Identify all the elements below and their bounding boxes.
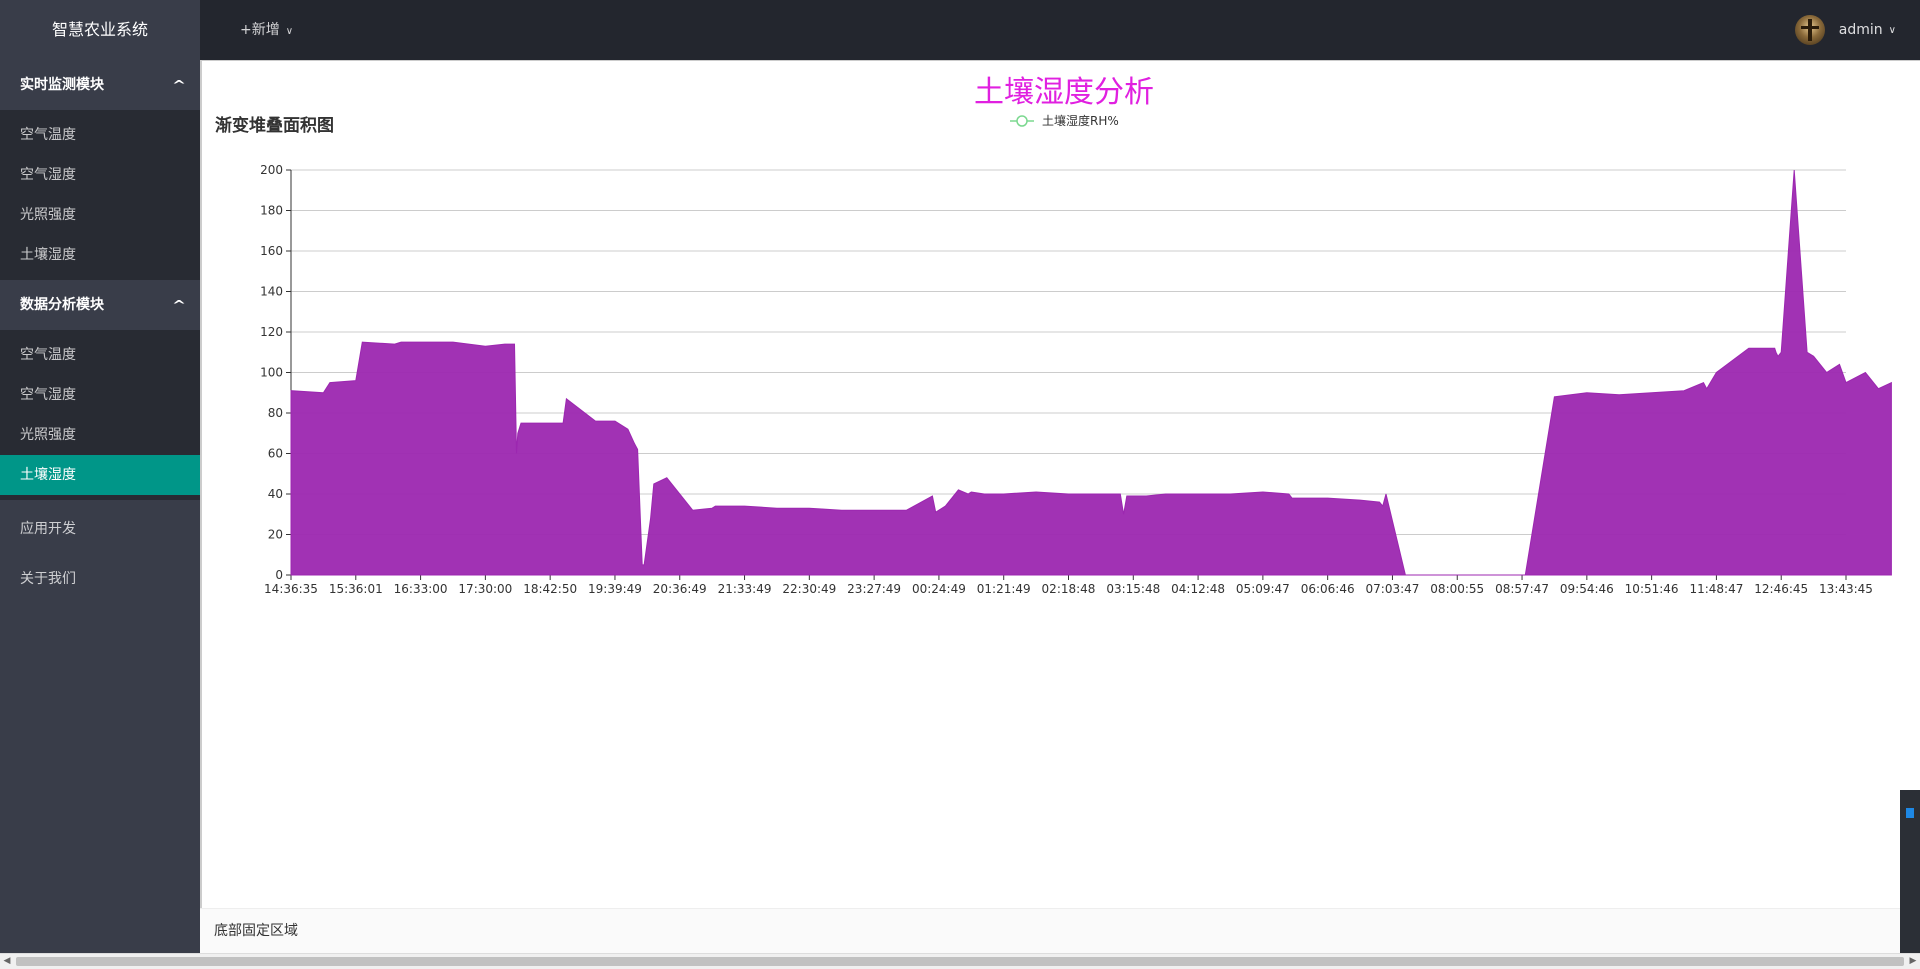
side-widget[interactable] xyxy=(1900,790,1920,953)
nav-item-light[interactable]: 光照强度 xyxy=(0,195,200,235)
chevron-down-icon: ∨ xyxy=(1888,24,1896,36)
y-tick-label: 60 xyxy=(268,447,283,461)
user-name: admin xyxy=(1838,22,1883,38)
y-tick-label: 140 xyxy=(260,285,283,299)
soil-humidity-chart: 土壤湿度分析土壤湿度RH% 0 20 40 60 80 100 120 140 160 180 200… xyxy=(260,75,1892,596)
y-tick-label: 160 xyxy=(260,244,283,258)
add-menu-button[interactable]: +新增 ∨ xyxy=(240,0,293,60)
x-tick-label: 17:30:00 xyxy=(458,582,512,596)
nav-sub-realtime: 空气温度 空气湿度 光照强度 土壤湿度 xyxy=(0,110,200,280)
y-tick-label: 200 xyxy=(260,163,283,177)
x-tick-label: 16:33:00 xyxy=(394,582,448,596)
x-tick-label: 21:33:49 xyxy=(718,582,772,596)
sidebar: 智慧农业系统 实时监测模块 ^ 空气温度 空气湿度 光照强度 土壤湿度 数据分析… xyxy=(0,0,200,953)
chevron-up-icon: ^ xyxy=(171,78,187,92)
main-content: 渐变堆叠面积图 土壤湿度分析 土壤湿度RH% 0 20 40 60 80 100 120 140 1… xyxy=(200,60,1920,908)
y-tick-label: 180 xyxy=(260,204,283,218)
x-tick-label: 20:36:49 xyxy=(653,582,707,596)
footer-text: 底部固定区域 xyxy=(214,923,298,939)
x-tick-label: 11:48:47 xyxy=(1689,582,1743,596)
nav-group-label: 数据分析模块 xyxy=(20,297,104,313)
nav-item-soil-humidity[interactable]: 土壤湿度 xyxy=(0,235,200,275)
x-tick-label: 07:03:47 xyxy=(1366,582,1420,596)
x-tick-label: 14:36:35 xyxy=(264,582,318,596)
y-tick-label: 20 xyxy=(268,528,283,542)
y-tick-label: 100 xyxy=(260,366,283,380)
app-logo-title[interactable]: 智慧农业系统 xyxy=(0,0,200,60)
scroll-left-arrow-icon[interactable]: ◀ xyxy=(0,954,14,969)
x-tick-label: 02:18:48 xyxy=(1042,582,1096,596)
x-tick-label: 23:27:49 xyxy=(847,582,901,596)
x-tick-label: 04:12:48 xyxy=(1171,582,1225,596)
legend-marker xyxy=(1016,115,1028,127)
top-header: +新增 ∨ admin ∨ xyxy=(200,0,1920,60)
nav-group-realtime[interactable]: 实时监测模块 ^ xyxy=(0,60,200,110)
y-tick-label: 80 xyxy=(268,406,283,420)
x-tick-label: 13:43:45 xyxy=(1819,582,1873,596)
x-tick-label: 08:57:47 xyxy=(1495,582,1549,596)
x-tick-label: 18:42:50 xyxy=(523,582,577,596)
user-menu[interactable]: admin ∨ xyxy=(1794,0,1896,60)
nav-item-app-dev[interactable]: 应用开发 xyxy=(0,504,200,554)
nav-group-analysis[interactable]: 数据分析模块 ^ xyxy=(0,280,200,330)
chart-title: 土壤湿度分析 xyxy=(974,75,1154,110)
x-tick-label: 03:15:48 xyxy=(1106,582,1160,596)
nav-item-air-humidity[interactable]: 空气湿度 xyxy=(0,155,200,195)
nav-item-soil-humidity[interactable]: 土壤湿度 xyxy=(0,455,200,495)
nav-group-label: 实时监测模块 xyxy=(20,77,104,93)
x-tick-label: 08:00:55 xyxy=(1430,582,1484,596)
chevron-up-icon: ^ xyxy=(171,298,187,312)
y-tick-label: 120 xyxy=(260,325,283,339)
footer: 底部固定区域 xyxy=(200,908,1920,953)
nav-item-air-humidity[interactable]: 空气湿度 xyxy=(0,375,200,415)
nav-item-light[interactable]: 光照强度 xyxy=(0,415,200,455)
x-tick-label: 22:30:49 xyxy=(782,582,836,596)
nav-item-air-temp[interactable]: 空气温度 xyxy=(0,335,200,375)
y-tick-label: 40 xyxy=(268,487,283,501)
add-menu-label: +新增 xyxy=(240,22,280,38)
avatar xyxy=(1794,15,1825,45)
chevron-down-icon: ∨ xyxy=(285,26,294,37)
nav-item-air-temp[interactable]: 空气温度 xyxy=(0,115,200,155)
x-tick-label: 00:24:49 xyxy=(912,582,966,596)
scroll-right-arrow-icon[interactable]: ▶ xyxy=(1906,954,1920,969)
scrollbar-thumb[interactable] xyxy=(16,957,1904,966)
nav-sub-analysis: 空气温度 空气湿度 光照强度 土壤湿度 xyxy=(0,330,200,500)
x-tick-label: 15:36:01 xyxy=(329,582,383,596)
x-tick-label: 05:09:47 xyxy=(1236,582,1290,596)
horizontal-scrollbar[interactable]: ◀ ▶ xyxy=(0,953,1920,969)
x-tick-label: 01:21:49 xyxy=(977,582,1031,596)
x-tick-label: 19:39:49 xyxy=(588,582,642,596)
legend-label: 土壤湿度RH% xyxy=(1042,113,1119,128)
nav-item-about[interactable]: 关于我们 xyxy=(0,554,200,604)
y-tick-label: 0 xyxy=(275,568,283,582)
x-tick-label: 12:46:45 xyxy=(1754,582,1808,596)
x-tick-label: 09:54:46 xyxy=(1560,582,1614,596)
x-tick-label: 06:06:46 xyxy=(1301,582,1355,596)
x-tick-label: 10:51:46 xyxy=(1625,582,1679,596)
